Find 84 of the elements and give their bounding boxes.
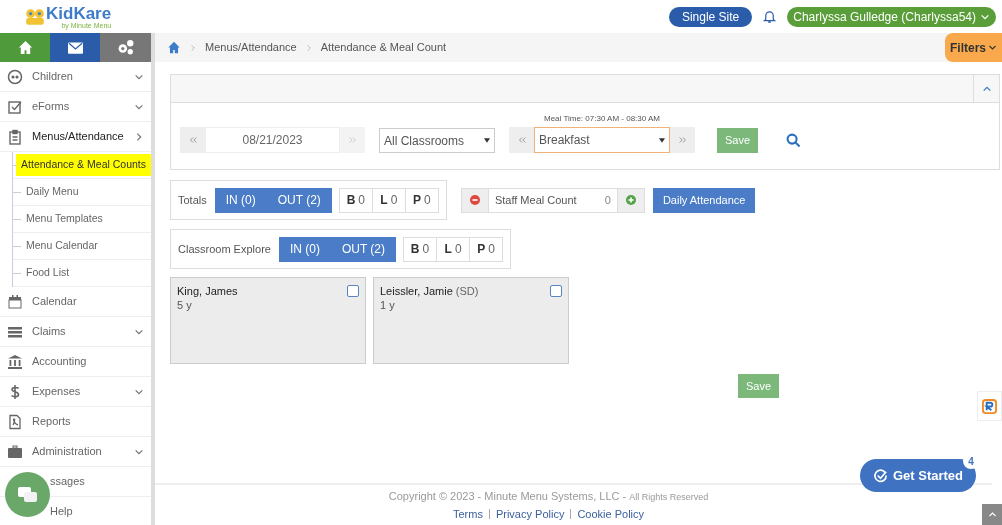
breadcrumb-separator-icon — [304, 43, 313, 52]
settings-tab[interactable] — [100, 33, 151, 62]
child-name: King, James — [177, 284, 238, 298]
face-icon — [7, 68, 23, 85]
footer-link[interactable]: Terms — [452, 506, 483, 523]
sidebar-item[interactable]: eForms — [0, 92, 151, 122]
staff-meal-count-field[interactable]: Staff Meal Count 0 — [488, 187, 617, 213]
sidebar-item[interactable]: Children — [0, 62, 151, 92]
plus-icon — [625, 195, 636, 205]
date-field[interactable]: 08/21/2023 — [205, 127, 340, 153]
meal-count: B 0 — [403, 236, 438, 262]
r-logo-icon — [982, 398, 997, 414]
submenu-item[interactable]: Attendance & Meal Counts — [16, 154, 151, 176]
check-circle-icon — [872, 468, 888, 483]
meal-count: L 0 — [371, 187, 406, 213]
document-icon — [7, 413, 23, 430]
breadcrumb-link[interactable]: Menus/Attendance — [205, 39, 297, 56]
sidebar-item[interactable]: Menus/Attendance — [0, 122, 151, 152]
checkbox-icon — [7, 98, 23, 115]
classroom-select[interactable]: All Classrooms — [379, 128, 495, 153]
sidebar-item[interactable]: Accounting — [0, 347, 151, 377]
child-age: 5 y — [177, 298, 193, 312]
decrease-button[interactable] — [460, 187, 489, 213]
group-label: Totals — [178, 192, 207, 208]
in-out-toggle[interactable]: IN (0) OUT (2) — [278, 236, 397, 262]
meal-time-label: Meal Time: 07:30 AM - 08:30 AM — [543, 113, 661, 125]
submenu-item[interactable]: Menu Calendar — [21, 235, 103, 257]
copyright-text: Copyright © 2023 - Minute Menu Systems, LLC - — [388, 488, 627, 504]
filters-button[interactable]: Filters — [945, 33, 1002, 62]
home-icon[interactable] — [167, 41, 181, 54]
submenu-item[interactable]: Daily Menu — [21, 181, 84, 203]
child-age: 1 y — [380, 298, 396, 312]
meal-count: B 0 — [338, 187, 373, 213]
caret-icon — [659, 137, 665, 143]
search-icon[interactable] — [786, 133, 801, 148]
submenu-item[interactable]: Food List — [21, 262, 75, 284]
meal-count: P 0 — [404, 187, 439, 213]
meal-select[interactable]: Breakfast — [534, 127, 670, 153]
notification-bell-icon[interactable] — [762, 9, 778, 24]
chat-bubble-icon — [17, 486, 38, 503]
home-tab[interactable] — [0, 33, 50, 62]
sidebar-item[interactable]: Reports — [0, 407, 151, 437]
in-count[interactable]: IN (0) — [214, 191, 267, 209]
attendance-checkbox[interactable] — [550, 285, 562, 297]
widget-tab[interactable] — [977, 391, 1002, 421]
caret-icon — [484, 138, 490, 143]
attendance-checkbox[interactable] — [347, 285, 359, 297]
rights-text: All Rights Reserved — [629, 490, 709, 504]
meal-count: L 0 — [436, 236, 471, 262]
envelope-icon — [67, 41, 83, 54]
scroll-to-top-button[interactable] — [982, 504, 1002, 525]
home-icon — [16, 40, 34, 55]
daily-attendance-button[interactable]: Daily Attendance — [652, 187, 756, 213]
meal-count: P 0 — [469, 236, 504, 262]
footer-link[interactable]: Cookie Policy — [577, 506, 645, 523]
chevron-icon — [134, 131, 144, 142]
submenu-item[interactable]: Menu Templates — [21, 208, 108, 230]
child-name: Leissler, Jamie (SD) — [380, 284, 479, 298]
calendar-icon — [7, 293, 23, 310]
sidebar-item[interactable]: Administration — [0, 437, 151, 467]
sidebar-item[interactable]: Calendar — [0, 287, 151, 317]
in-out-toggle[interactable]: IN (0) OUT (2) — [214, 187, 332, 213]
user-menu[interactable]: Charlyssa Gulledge (Charlyssa54) — [787, 6, 996, 27]
chat-button[interactable] — [5, 472, 50, 517]
briefcase-icon — [7, 443, 23, 460]
out-count[interactable]: OUT (2) — [330, 240, 397, 258]
logo-text: KidKare — [46, 4, 112, 22]
out-count[interactable]: OUT (2) — [266, 191, 332, 209]
sidebar-item[interactable]: Expenses — [0, 377, 151, 407]
minus-icon — [469, 195, 480, 205]
footer-link[interactable]: Privacy Policy — [495, 506, 565, 523]
chevron-up-icon — [987, 510, 997, 519]
logo-icon — [24, 7, 46, 26]
increase-button[interactable] — [616, 187, 645, 213]
in-count[interactable]: IN (0) — [278, 240, 331, 258]
clipboard-icon — [7, 128, 23, 145]
child-card[interactable]: King, James 5 y — [170, 277, 366, 364]
sidebar-item[interactable]: Claims — [0, 317, 151, 347]
breadcrumb-separator-icon — [189, 43, 197, 52]
mail-tab[interactable] — [50, 33, 100, 62]
group-label: Classroom Explore — [178, 241, 271, 257]
site-button[interactable]: Single Site — [668, 6, 753, 27]
child-card[interactable]: Leissler, Jamie (SD) 1 y — [373, 277, 569, 364]
bank-icon — [7, 353, 23, 370]
